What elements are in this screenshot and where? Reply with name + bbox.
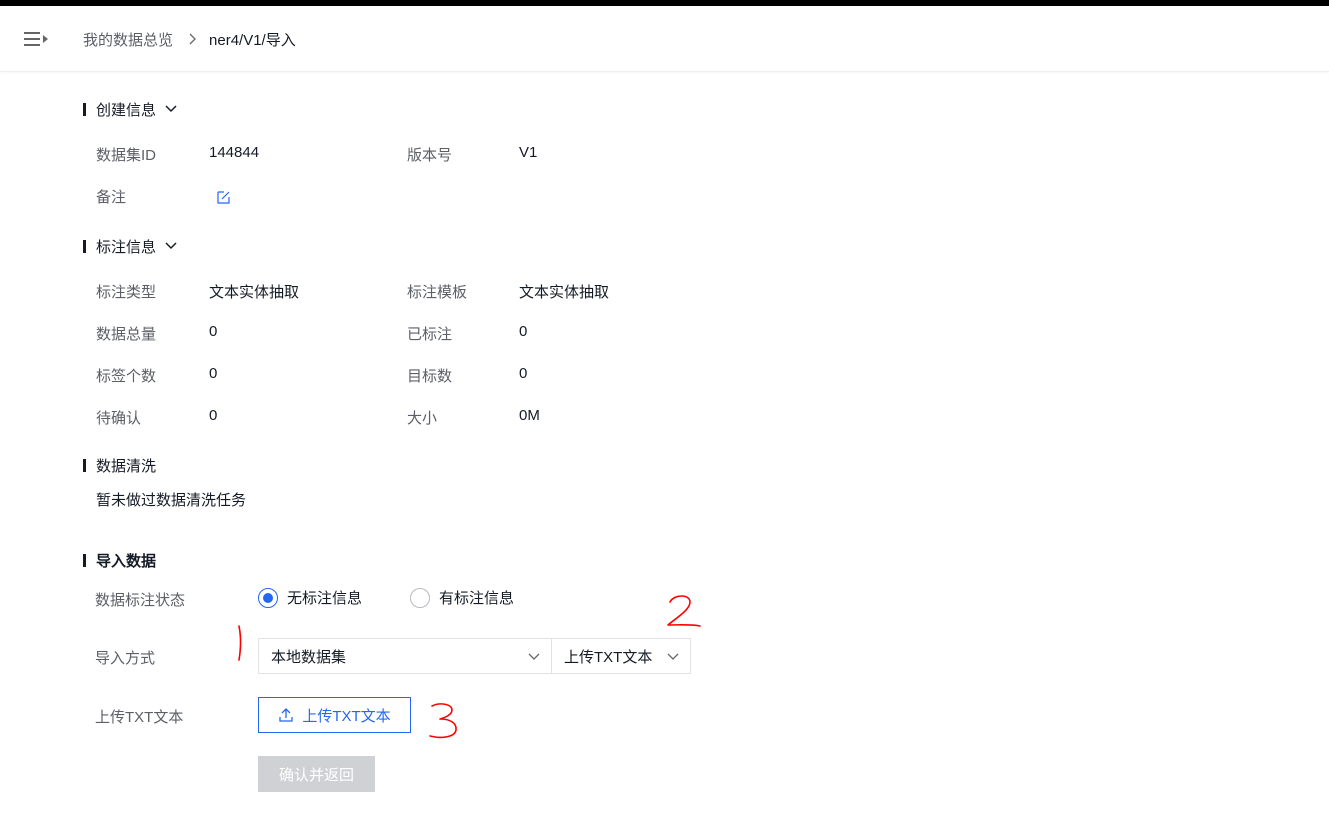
annotation-status-label: 数据标注状态 xyxy=(95,592,186,609)
annotation-type-label: 标注类型 xyxy=(96,284,157,301)
labeled-value: 0 xyxy=(519,323,528,340)
import-method-label: 导入方式 xyxy=(95,650,156,667)
edit-icon[interactable] xyxy=(216,189,232,205)
chevron-down-icon xyxy=(528,653,540,660)
annotation-template-value: 文本实体抽取 xyxy=(519,284,610,301)
radio-has-annotation[interactable]: 有标注信息 xyxy=(410,587,514,608)
page-header: 我的数据总览 ner4/V1/导入 xyxy=(0,6,1329,72)
import-type-value: 上传TXT文本 xyxy=(564,648,653,666)
section-annotation-info: 标注信息 xyxy=(83,236,178,256)
chevron-down-icon xyxy=(667,653,679,660)
chevron-right-icon xyxy=(189,33,196,45)
version-label: 版本号 xyxy=(407,147,453,164)
radio-label: 有标注信息 xyxy=(439,590,515,607)
chevron-down-icon[interactable] xyxy=(164,239,178,253)
upload-button-label: 上传TXT文本 xyxy=(302,707,391,725)
target-count-label: 目标数 xyxy=(407,368,453,385)
annotation-type-value: 文本实体抽取 xyxy=(209,284,300,301)
radio-circle[interactable] xyxy=(258,587,278,608)
import-source-value: 本地数据集 xyxy=(271,648,347,666)
labeled-label: 已标注 xyxy=(407,326,453,343)
upload-txt-label: 上传TXT文本 xyxy=(95,709,184,726)
breadcrumb: 我的数据总览 ner4/V1/导入 xyxy=(83,28,296,50)
data-cleaning-message: 暂未做过数据清洗任务 xyxy=(96,492,247,509)
pending-value: 0 xyxy=(209,407,218,424)
handwritten-mark-1 xyxy=(238,625,242,661)
section-title-text: 标注信息 xyxy=(96,238,157,256)
radio-no-annotation[interactable]: 无标注信息 xyxy=(258,587,362,608)
section-marker xyxy=(83,239,86,253)
dataset-id-value: 144844 xyxy=(209,144,260,161)
import-type-select[interactable]: 上传TXT文本 xyxy=(551,638,691,674)
radio-circle[interactable] xyxy=(410,587,430,608)
handwritten-mark-3 xyxy=(429,703,457,739)
remark-label: 备注 xyxy=(96,189,127,206)
section-title-text: 数据清洗 xyxy=(96,457,157,475)
annotation-template-label: 标注模板 xyxy=(407,284,468,301)
upload-txt-button[interactable]: 上传TXT文本 xyxy=(258,697,411,733)
menu-toggle-icon[interactable] xyxy=(22,28,50,50)
section-title-text: 创建信息 xyxy=(96,101,157,119)
section-marker xyxy=(83,553,86,567)
breadcrumb-home-link[interactable]: 我的数据总览 xyxy=(83,29,173,50)
section-marker xyxy=(83,458,86,472)
data-total-label: 数据总量 xyxy=(96,326,157,343)
tag-count-value: 0 xyxy=(209,365,218,382)
section-data-cleaning: 数据清洗 xyxy=(83,455,156,475)
radio-label: 无标注信息 xyxy=(287,590,363,607)
target-count-value: 0 xyxy=(519,365,528,382)
confirm-return-button[interactable]: 确认并返回 xyxy=(258,756,375,792)
data-total-value: 0 xyxy=(209,323,218,340)
tag-count-label: 标签个数 xyxy=(96,368,157,385)
pending-label: 待确认 xyxy=(96,410,142,427)
size-label: 大小 xyxy=(407,410,438,427)
chevron-down-icon[interactable] xyxy=(164,102,178,116)
size-value: 0M xyxy=(519,407,540,424)
section-creation-info: 创建信息 xyxy=(83,99,178,119)
section-title-text: 导入数据 xyxy=(96,552,157,570)
breadcrumb-current: ner4/V1/导入 xyxy=(209,31,296,49)
section-marker xyxy=(83,102,86,116)
version-value: V1 xyxy=(519,144,538,161)
section-import-data: 导入数据 xyxy=(83,550,156,570)
handwritten-mark-2 xyxy=(667,595,701,627)
import-source-select[interactable]: 本地数据集 xyxy=(258,638,552,674)
upload-icon xyxy=(279,708,293,722)
dataset-id-label: 数据集ID xyxy=(96,147,157,164)
